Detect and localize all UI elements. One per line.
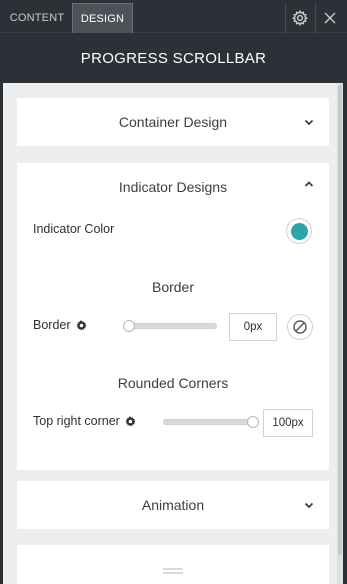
corner-slider-track[interactable] — [163, 419, 257, 425]
settings-button[interactable] — [285, 3, 314, 33]
chevron-up-icon — [304, 181, 314, 187]
no-border-button[interactable] — [287, 314, 313, 340]
panel-header: PROGRESS SCROLLBAR — [0, 34, 347, 83]
chevron-down-icon — [304, 502, 314, 509]
gear-icon — [292, 10, 308, 26]
scrollbar-thumb[interactable] — [338, 85, 342, 555]
rounded-corners-heading: Rounded Corners — [117, 375, 229, 391]
corner-slider-handle[interactable] — [247, 416, 259, 428]
section-header-container-design[interactable]: Container Design — [17, 98, 329, 146]
border-slider-track[interactable] — [127, 323, 217, 329]
section-title: Animation — [141, 497, 205, 513]
section-indicator-designs: Indicator Designs Indicator Color Border… — [17, 163, 329, 470]
indicator-color-picker[interactable] — [286, 218, 312, 244]
corner-value-input[interactable]: 100px — [263, 409, 313, 437]
gear-icon[interactable] — [125, 416, 136, 427]
color-swatch — [290, 222, 308, 240]
close-icon — [324, 12, 336, 24]
close-button[interactable] — [315, 3, 344, 33]
panel-body: Container Design Indicator Designs Indic… — [3, 83, 343, 584]
resize-handle-icon[interactable] — [163, 568, 183, 574]
section-animation: Animation — [17, 481, 329, 529]
section-header-indicator-designs[interactable]: Indicator Designs — [17, 163, 329, 211]
panel-title: PROGRESS SCROLLBAR — [80, 50, 267, 67]
section-next-collapsed[interactable] — [17, 545, 329, 584]
border-heading: Border — [151, 279, 195, 295]
indicator-color-label: Indicator Color — [33, 222, 115, 236]
border-label: Border — [33, 318, 87, 332]
gear-icon[interactable] — [76, 320, 87, 331]
chevron-down-icon — [304, 119, 314, 126]
section-title: Container Design — [118, 114, 228, 130]
ban-icon — [293, 320, 307, 334]
tab-content[interactable]: CONTENT — [3, 3, 71, 33]
section-container-design: Container Design — [17, 98, 329, 146]
border-slider-handle[interactable] — [123, 320, 135, 332]
tab-design[interactable]: DESIGN — [72, 3, 133, 33]
top-right-corner-label: Top right corner — [33, 414, 136, 428]
section-header-animation[interactable]: Animation — [17, 481, 329, 529]
section-title: Indicator Designs — [118, 179, 228, 195]
settings-panel: CONTENT DESIGN PROGRESS SCROLLBAR Contai… — [0, 0, 347, 584]
border-value-input[interactable]: 0px — [229, 313, 277, 341]
tab-bar: CONTENT DESIGN — [0, 0, 347, 33]
